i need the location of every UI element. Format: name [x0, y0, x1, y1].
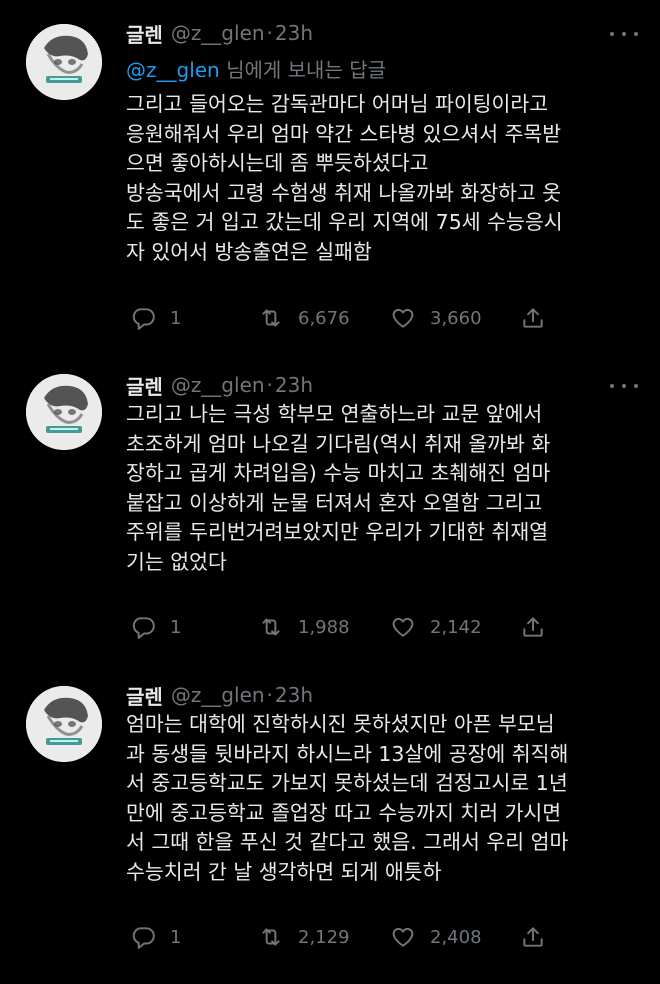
- share-icon: [523, 308, 543, 328]
- display-name[interactable]: 글렌: [126, 19, 163, 48]
- avatar[interactable]: [26, 24, 102, 100]
- tweet-header: 글렌 @z__glen · 23h: [126, 18, 313, 48]
- timestamp[interactable]: 23h: [275, 683, 313, 707]
- timestamp[interactable]: 23h: [275, 373, 313, 397]
- tweet-text-line: 주위를 두리번거려보았지만 우리가 기대한 취재열: [126, 520, 549, 544]
- retweet-icon: [262, 928, 280, 946]
- tweet-text: 그리고 들어오는 감독관마다 어머님 파이팅이라고 응원해줘서 우리 엄마 약간…: [126, 90, 646, 267]
- more-icon[interactable]: [610, 24, 638, 44]
- avatar[interactable]: [26, 374, 102, 450]
- tweet-text: 엄마는 대학에 진학하시진 못하셨지만 아픈 부모님 과 동생들 뒷바라지 하시…: [126, 710, 646, 887]
- tweet-text-line: 엄마는 대학에 진학하시진 못하셨지만 아픈 부모님: [126, 712, 555, 736]
- reply-button[interactable]: 1: [130, 922, 181, 952]
- reply-count: 1: [170, 307, 182, 329]
- tweet-text-line: 만에 중고등학교 졸업장 따고 수능까지 치러 가시면: [126, 800, 562, 825]
- tweet-header: 글렌 @z__glen · 23h: [126, 370, 313, 400]
- like-count: 2,408: [430, 926, 482, 948]
- share-button[interactable]: [520, 612, 546, 642]
- share-button[interactable]: [520, 303, 546, 333]
- user-handle[interactable]: @z__glen: [171, 373, 265, 397]
- tweet-text-line: 자 있어서 방송출연은 실패함: [126, 239, 372, 264]
- tweet-text-line: 서 중고등학교도 가보지 못하셨는데 검정고시로 1년: [126, 771, 568, 795]
- reply-icon: [132, 308, 155, 330]
- share-button[interactable]: [520, 922, 546, 952]
- like-button[interactable]: 2,142: [390, 612, 482, 642]
- tweet-text-line: 그리고 들어오는 감독관마다 어머님 파이팅이라고: [126, 92, 549, 116]
- retweet-count: 2,129: [298, 926, 350, 948]
- retweet-icon: [262, 618, 280, 636]
- tweet-text-line: 서 그때 한을 푸신 것 같다고 했음. 그래서 우리 엄마: [126, 830, 569, 854]
- avatar-image: [26, 686, 102, 762]
- heart-icon: [392, 308, 414, 328]
- separator-dot: ·: [266, 683, 273, 707]
- tweet-text-line: 초조하게 엄마 나오길 기다림(역시 취재 올까봐 화: [126, 431, 551, 456]
- separator-dot: ·: [266, 21, 273, 45]
- tweet-header: 글렌 @z__glen · 23h: [126, 680, 313, 710]
- tweet-text-line: 수능치러 간 날 생각하면 되게 애틋하: [126, 859, 442, 884]
- reply-icon: [132, 617, 155, 639]
- tweet-text: 그리고 나는 극성 학부모 연출하느라 교문 앞에서 초조하게 엄마 나오길 기…: [126, 400, 646, 577]
- reply-button[interactable]: 1: [130, 612, 181, 642]
- retweet-button[interactable]: 1,988: [258, 612, 350, 642]
- tweet-text-line: 장하고 곱게 차려입음) 수능 마치고 초췌해진 엄마: [126, 461, 551, 485]
- reply-button[interactable]: 1: [130, 303, 181, 333]
- retweet-button[interactable]: 2,129: [258, 922, 350, 952]
- user-handle[interactable]: @z__glen: [171, 21, 265, 45]
- retweet-icon: [262, 309, 280, 327]
- tweet-text-line: 응원해줘서 우리 엄마 약간 스타병 있으셔서 주목받: [126, 121, 562, 146]
- share-icon: [523, 617, 543, 637]
- tweet-text-line: 기는 없었다: [126, 549, 227, 574]
- tweet-text-line: 그리고 나는 극성 학부모 연출하느라 교문 앞에서: [126, 402, 543, 426]
- share-icon: [523, 927, 543, 947]
- avatar-image: [26, 374, 102, 450]
- tweet-text-line: 붙잡고 이상하게 눈물 터져서 혼자 오열함 그리고: [126, 490, 543, 515]
- heart-icon: [392, 617, 414, 637]
- display-name[interactable]: 글렌: [126, 681, 163, 710]
- separator-dot: ·: [266, 373, 273, 397]
- like-button[interactable]: 2,408: [390, 922, 482, 952]
- reply-count: 1: [170, 926, 182, 948]
- avatar[interactable]: [26, 686, 102, 762]
- like-button[interactable]: 3,660: [390, 303, 482, 333]
- user-handle[interactable]: @z__glen: [171, 683, 265, 707]
- reply-count: 1: [170, 616, 182, 638]
- retweet-count: 6,676: [298, 307, 350, 329]
- like-count: 2,142: [430, 616, 482, 638]
- tweet-text-line: 과 동생들 뒷바라지 하시느라 13살에 공장에 취직해: [126, 741, 569, 766]
- reply-to-label: 님에게 보내는 답글: [226, 58, 387, 82]
- more-icon[interactable]: [610, 376, 638, 396]
- tweet-text-line: 방송국에서 고령 수험생 취재 나올까봐 화장하고 옷: [126, 180, 562, 205]
- tweet-text-line: 으면 좋아하시는데 좀 뿌듯하셨다고: [126, 151, 429, 175]
- tweet-text-line: 도 좋은 거 입고 갔는데 우리 지역에 75세 수능응시: [126, 210, 563, 234]
- reply-mention-link[interactable]: @z__glen: [126, 58, 220, 82]
- like-count: 3,660: [430, 307, 482, 329]
- replying-to: @z__glen 님에게 보내는 답글: [126, 54, 386, 83]
- timestamp[interactable]: 23h: [275, 21, 313, 45]
- avatar-image: [26, 24, 102, 100]
- retweet-count: 1,988: [298, 616, 350, 638]
- heart-icon: [392, 927, 414, 947]
- retweet-button[interactable]: 6,676: [258, 303, 350, 333]
- display-name[interactable]: 글렌: [126, 371, 163, 400]
- reply-icon: [132, 927, 155, 949]
